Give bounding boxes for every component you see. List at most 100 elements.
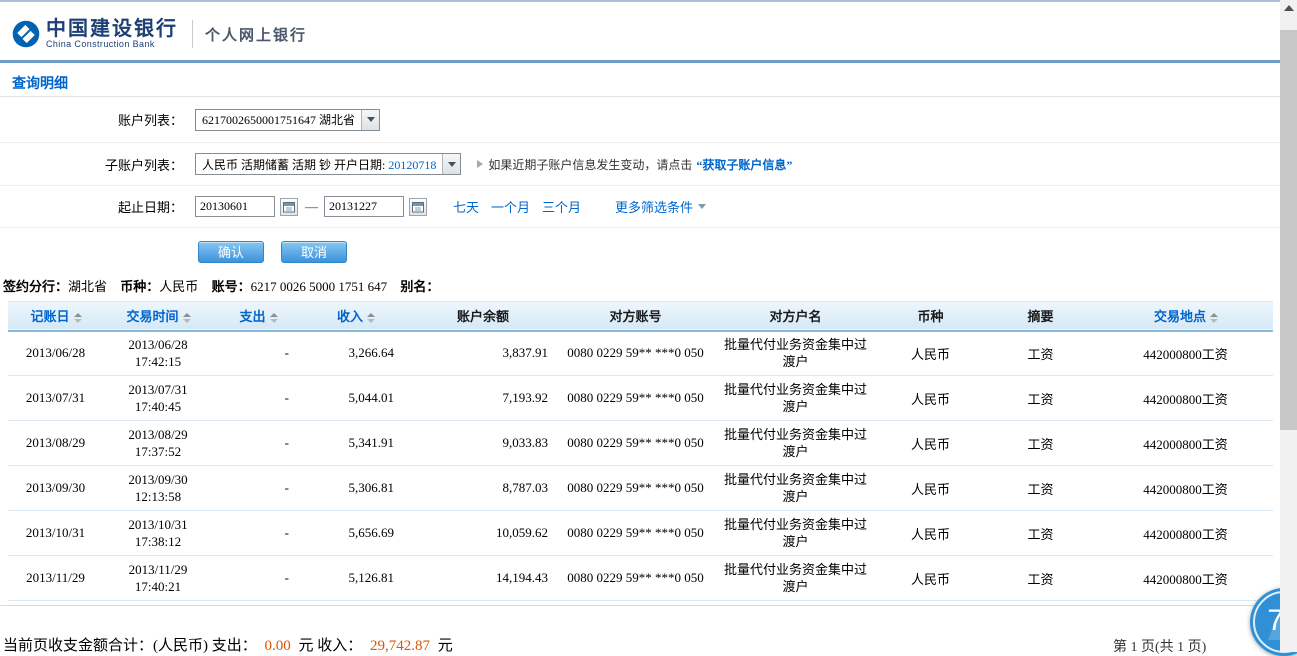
column-header-5: 账户余额 — [408, 301, 558, 331]
subaccount-select[interactable]: 人民币 活期储蓄 活期 钞 开户日期: 20120718 — [195, 153, 461, 175]
table-row: 2013/10/312013/10/3117:38:12-5,656.6910,… — [8, 511, 1273, 556]
cell-expense: - — [213, 511, 303, 556]
cell-date: 2013/07/31 — [8, 376, 103, 421]
column-header-3[interactable]: 支出 — [213, 301, 303, 331]
currency-value: 人民币 — [159, 279, 198, 294]
table-row: 2013/06/282013/06/2817:42:15-3,266.643,8… — [8, 331, 1273, 376]
quick-range-1month[interactable]: 一个月 — [491, 197, 530, 216]
column-header-7: 对方户名 — [713, 301, 878, 331]
fetch-subaccount-link[interactable]: “获取子账户信息” — [696, 156, 792, 173]
cell-location: 442000800工资 — [1098, 556, 1273, 601]
cell-income: 5,306.81 — [303, 466, 408, 511]
date-range-label: 起止日期： — [0, 197, 183, 216]
chevron-down-icon — [698, 204, 706, 209]
scroll-up-icon — [1284, 5, 1294, 11]
sort-icon — [270, 313, 277, 323]
sort-icon — [183, 313, 190, 323]
cell-time: 2013/08/2917:37:52 — [103, 421, 213, 466]
alias-label: 别名： — [400, 279, 439, 294]
subaccount-row: 子账户列表： 人民币 活期储蓄 活期 钞 开户日期: 20120718 如果近期… — [0, 143, 1280, 186]
cell-summary: 工资 — [983, 331, 1098, 376]
cell-currency: 人民币 — [878, 556, 983, 601]
table-row: 2013/11/292013/11/2917:40:21-5,126.8114,… — [8, 556, 1273, 601]
calendar-icon — [412, 201, 424, 213]
cell-date: 2013/11/29 — [8, 556, 103, 601]
account-number-value: 6217 0026 5000 1751 647 — [251, 279, 388, 294]
subaccount-note: 如果近期子账户信息发生变动，请点击 “获取子账户信息” — [477, 156, 792, 173]
cell-currency: 人民币 — [878, 331, 983, 376]
account-select[interactable]: 6217002650001751647 湖北省 — [195, 109, 380, 131]
column-header-10[interactable]: 交易地点 — [1098, 301, 1273, 331]
cell-income: 3,266.64 — [303, 331, 408, 376]
note-text: 如果近期子账户信息发生变动，请点击 — [488, 156, 692, 173]
account-select-value: 6217002650001751647 湖北省 — [202, 111, 355, 128]
end-date-calendar-button[interactable] — [409, 198, 427, 216]
cell-location: 442000800工资 — [1098, 376, 1273, 421]
calendar-icon — [283, 201, 295, 213]
cell-balance: 3,837.91 — [408, 331, 558, 376]
column-header-1[interactable]: 记账日 — [8, 301, 103, 331]
page-title: 查询明细 — [12, 73, 68, 93]
branch-value: 湖北省 — [68, 279, 107, 294]
confirm-button[interactable]: 确认 — [198, 241, 264, 263]
cell-balance: 9,033.83 — [408, 421, 558, 466]
cancel-button[interactable]: 取消 — [281, 241, 347, 263]
cell-summary: 工资 — [983, 376, 1098, 421]
account-number-label: 账号： — [212, 279, 251, 294]
sort-icon — [367, 313, 374, 323]
dropdown-arrow-icon[interactable] — [361, 110, 379, 130]
cell-counter_account: 0080 0229 59** ***0 050 — [558, 556, 713, 601]
cell-counter_name: 批量代付业务资金集中过渡户 — [713, 556, 878, 601]
pointer-icon — [477, 160, 483, 168]
cell-summary: 工资 — [983, 466, 1098, 511]
end-date-input[interactable] — [324, 196, 404, 217]
date-separator: — — [305, 199, 318, 215]
scroll-up-button[interactable] — [1280, 0, 1297, 17]
summary-bar: 当前页收支金额合计：(人民币) 支出： 0.00 元 收入： 29,742.87… — [0, 605, 1280, 606]
scrollbar-thumb[interactable] — [1280, 30, 1297, 430]
cell-summary: 工资 — [983, 556, 1098, 601]
scrollbar — [1280, 0, 1297, 652]
cell-location: 442000800工资 — [1098, 421, 1273, 466]
more-filters-link[interactable]: 更多筛选条件 — [615, 197, 693, 216]
column-header-4[interactable]: 收入 — [303, 301, 408, 331]
column-header-2[interactable]: 交易时间 — [103, 301, 213, 331]
subaccount-open-date: 20120718 — [388, 158, 436, 172]
start-date-input[interactable] — [195, 196, 275, 217]
cell-counter_name: 批量代付业务资金集中过渡户 — [713, 331, 878, 376]
cell-income: 5,126.81 — [303, 556, 408, 601]
cell-location: 442000800工资 — [1098, 331, 1273, 376]
cell-expense: - — [213, 331, 303, 376]
cell-counter_account: 0080 0229 59** ***0 050 — [558, 331, 713, 376]
quick-range-7days[interactable]: 七天 — [453, 197, 479, 216]
bank-name: 中国建设银行 — [46, 19, 178, 39]
cell-expense: - — [213, 466, 303, 511]
sort-icon — [1210, 313, 1217, 323]
cell-time: 2013/07/3117:40:45 — [103, 376, 213, 421]
cell-date: 2013/08/29 — [8, 421, 103, 466]
table-row: 2013/08/292013/08/2917:37:52-5,341.919,0… — [8, 421, 1273, 466]
cell-balance: 8,787.03 — [408, 466, 558, 511]
dropdown-arrow-icon[interactable] — [442, 154, 460, 174]
cell-expense: - — [213, 556, 303, 601]
table-row: 2013/07/312013/07/3117:40:45-5,044.017,1… — [8, 376, 1273, 421]
cell-currency: 人民币 — [878, 421, 983, 466]
cell-balance: 14,194.43 — [408, 556, 558, 601]
quick-range-3months[interactable]: 三个月 — [542, 197, 581, 216]
cell-expense: - — [213, 376, 303, 421]
cell-balance: 10,059.62 — [408, 511, 558, 556]
cell-time: 2013/11/2917:40:21 — [103, 556, 213, 601]
subaccount-list-label: 子账户列表： — [0, 155, 183, 174]
ccb-logo-icon — [12, 20, 40, 48]
start-date-calendar-button[interactable] — [280, 198, 298, 216]
cell-counter_account: 0080 0229 59** ***0 050 — [558, 421, 713, 466]
subaccount-select-value: 人民币 活期储蓄 活期 钞 开户日期: 20120718 — [202, 156, 436, 173]
cell-summary: 工资 — [983, 421, 1098, 466]
table-row: 2013/09/302013/09/3012:13:58-5,306.818,7… — [8, 466, 1273, 511]
cell-location: 442000800工资 — [1098, 466, 1273, 511]
cell-counter_name: 批量代付业务资金集中过渡户 — [713, 421, 878, 466]
more-filters[interactable]: 更多筛选条件 — [615, 197, 706, 216]
transactions-table: 记账日交易时间支出收入账户余额对方账号对方户名币种摘要交易地点 2013/06/… — [8, 300, 1273, 601]
pagination-text: 第 1 页(共 1 页) — [1113, 636, 1206, 656]
cell-counter_account: 0080 0229 59** ***0 050 — [558, 376, 713, 421]
